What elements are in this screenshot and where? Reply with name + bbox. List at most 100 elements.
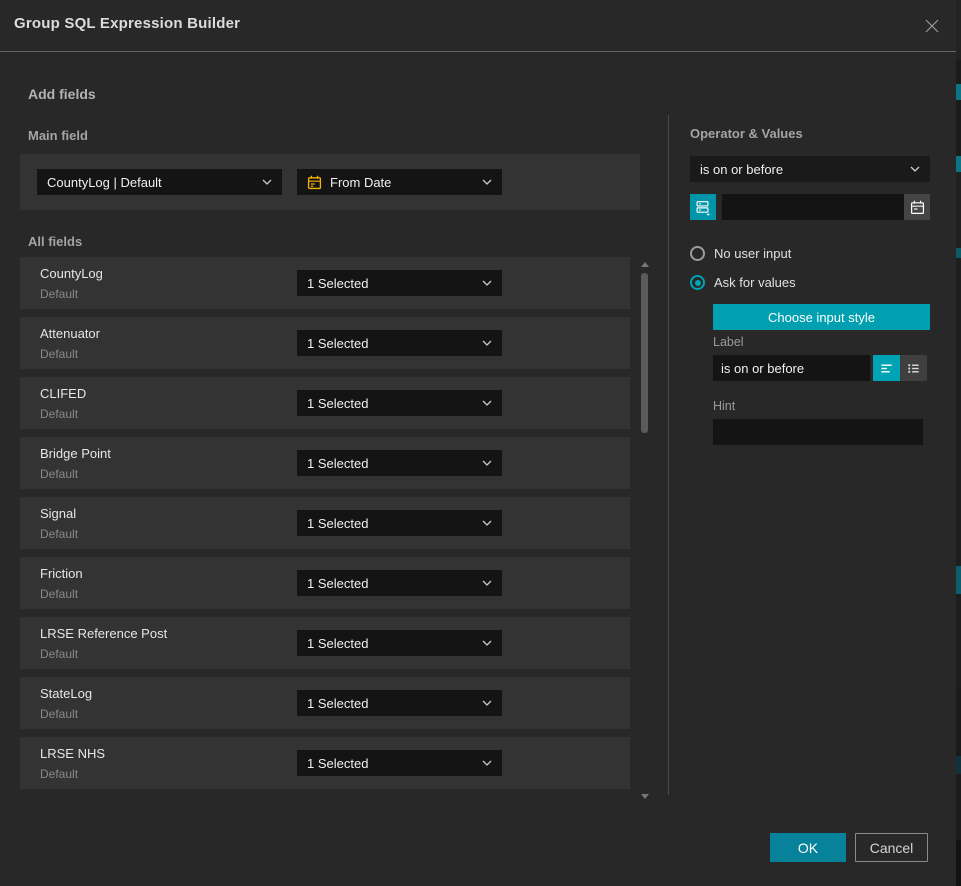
layer-dropdown[interactable]: CountyLog | Default [37,169,282,195]
chevron-down-icon [482,700,492,706]
list-icon [906,361,921,376]
radio-ask-for-values-label: Ask for values [714,275,796,290]
hint-caption: Hint [713,399,735,413]
field-name: StateLog [40,686,92,701]
chevron-down-icon [482,760,492,766]
field-subtitle: Default [40,467,78,481]
dialog-title: Group SQL Expression Builder [14,15,240,32]
background-app-edge [956,0,961,886]
chevron-down-icon [482,179,492,185]
field-selected-dropdown[interactable]: 1 Selected [297,270,502,296]
vertical-divider [668,115,669,795]
operator-dropdown-value: is on or before [700,162,904,177]
field-subtitle: Default [40,707,78,721]
field-row: CountyLog Default 1 Selected [20,257,630,309]
field-subtitle: Default [40,527,78,541]
field-selected-dropdown-value: 1 Selected [307,336,476,351]
field-selected-dropdown-value: 1 Selected [307,516,476,531]
add-fields-heading: Add fields [28,86,96,102]
field-name: LRSE NHS [40,746,105,761]
stacked-values-icon [695,199,712,216]
cancel-button[interactable]: Cancel [855,833,928,862]
radio-selected-icon [690,275,705,290]
choose-input-style-button[interactable]: Choose input style [713,304,930,330]
radio-no-user-input[interactable]: No user input [690,246,791,261]
chevron-down-icon [482,520,492,526]
fields-scrollbar[interactable] [640,258,650,803]
scrollbar-down-arrow-icon[interactable] [641,794,649,799]
all-fields-heading: All fields [28,234,82,249]
field-selected-dropdown[interactable]: 1 Selected [297,750,502,776]
main-field-dropdown-value: From Date [330,175,476,190]
align-left-icon [879,361,894,376]
field-name: CountyLog [40,266,103,281]
chevron-down-icon [482,640,492,646]
field-row: Attenuator Default 1 Selected [20,317,630,369]
field-subtitle: Default [40,347,78,361]
field-subtitle: Default [40,587,78,601]
field-selected-dropdown-value: 1 Selected [307,696,476,711]
radio-no-user-input-label: No user input [714,246,791,261]
dialog-header: Group SQL Expression Builder [0,0,956,52]
ok-button[interactable]: OK [770,833,846,862]
value-type-toggle-button[interactable] [690,194,716,220]
field-subtitle: Default [40,407,78,421]
field-selected-dropdown-value: 1 Selected [307,576,476,591]
calendar-icon [910,200,925,215]
chevron-down-icon [482,460,492,466]
field-selected-dropdown[interactable]: 1 Selected [297,690,502,716]
field-selected-dropdown-value: 1 Selected [307,636,476,651]
date-picker-button[interactable] [904,194,930,220]
field-name: LRSE Reference Post [40,626,167,641]
field-row: Friction Default 1 Selected [20,557,630,609]
scrollbar-up-arrow-icon[interactable] [641,262,649,267]
main-field-panel: CountyLog | Default From Date [20,154,640,210]
label-caption: Label [713,335,744,349]
label-input-row [713,355,930,381]
chevron-down-icon [482,340,492,346]
field-selected-dropdown[interactable]: 1 Selected [297,390,502,416]
field-row: StateLog Default 1 Selected [20,677,630,729]
field-selected-dropdown[interactable]: 1 Selected [297,330,502,356]
list-style-button[interactable] [900,355,927,381]
field-row: CLIFED Default 1 Selected [20,377,630,429]
field-selected-dropdown-value: 1 Selected [307,396,476,411]
single-line-style-button[interactable] [873,355,900,381]
field-name: Signal [40,506,76,521]
field-subtitle: Default [40,287,78,301]
label-input[interactable] [713,355,870,381]
group-sql-expression-builder-dialog: Group SQL Expression Builder Add fields … [0,0,956,886]
close-button[interactable] [921,15,943,37]
screen: Group SQL Expression Builder Add fields … [0,0,961,886]
field-subtitle: Default [40,647,78,661]
field-row: Signal Default 1 Selected [20,497,630,549]
all-fields-list: CountyLog Default 1 Selected Attenuator … [20,257,630,797]
chevron-down-icon [262,179,272,185]
field-selected-dropdown[interactable]: 1 Selected [297,570,502,596]
hint-input[interactable] [713,419,923,445]
chevron-down-icon [482,400,492,406]
field-name: Friction [40,566,83,581]
calendar-icon [307,175,322,190]
close-icon [924,18,940,34]
chevron-down-icon [482,280,492,286]
main-field-dropdown[interactable]: From Date [297,169,502,195]
date-value-input[interactable] [722,194,904,220]
field-subtitle: Default [40,767,78,781]
field-selected-dropdown-value: 1 Selected [307,276,476,291]
field-selected-dropdown-value: 1 Selected [307,756,476,771]
main-field-heading: Main field [28,128,88,143]
radio-ask-for-values[interactable]: Ask for values [690,275,796,290]
value-input-row [690,194,930,220]
field-name: Attenuator [40,326,100,341]
field-row: LRSE NHS Default 1 Selected [20,737,630,789]
field-name: Bridge Point [40,446,111,461]
radio-unselected-icon [690,246,705,261]
operator-dropdown[interactable]: is on or before [690,156,930,182]
scrollbar-thumb[interactable] [641,273,648,433]
field-selected-dropdown[interactable]: 1 Selected [297,630,502,656]
field-selected-dropdown[interactable]: 1 Selected [297,510,502,536]
field-selected-dropdown[interactable]: 1 Selected [297,450,502,476]
operator-values-heading: Operator & Values [690,126,803,141]
field-selected-dropdown-value: 1 Selected [307,456,476,471]
